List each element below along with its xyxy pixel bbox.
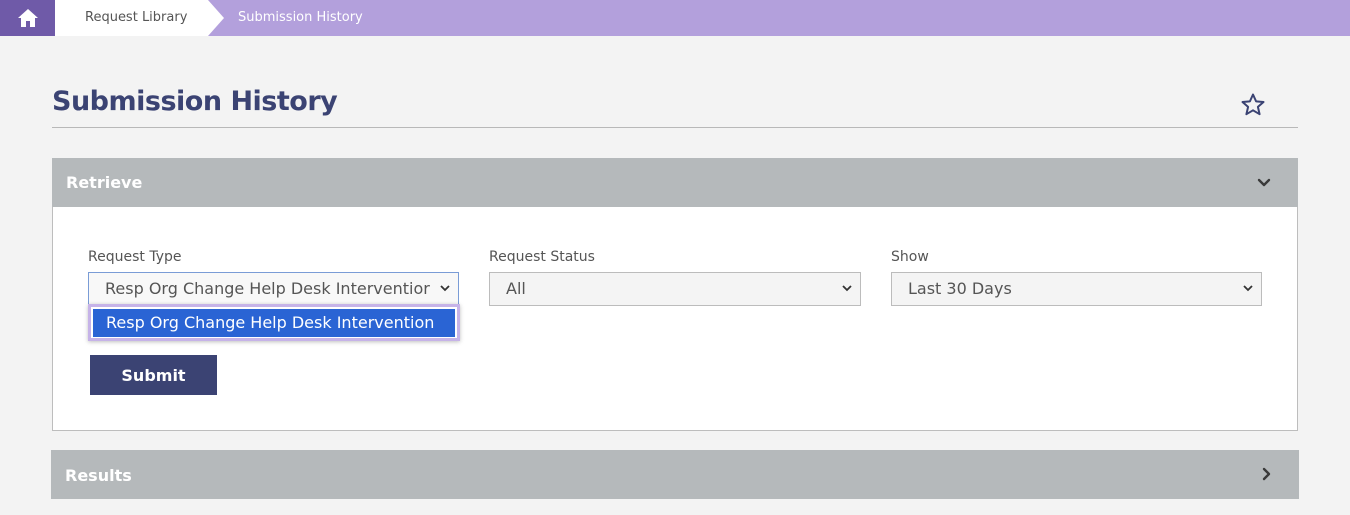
- request-status-select[interactable]: All: [489, 272, 861, 306]
- retrieve-panel-title: Retrieve: [66, 173, 143, 192]
- chevron-down-icon: [440, 285, 450, 292]
- request-type-dropdown: Resp Org Change Help Desk Intervention: [88, 304, 460, 341]
- breadcrumb: Request Library Submission History: [0, 0, 1350, 36]
- star-outline-icon[interactable]: [1240, 92, 1266, 118]
- results-panel-header[interactable]: Results: [51, 450, 1299, 499]
- request-status-value: All: [506, 279, 526, 298]
- chevron-right-icon[interactable]: [1259, 466, 1275, 482]
- chevron-down-icon: [842, 285, 852, 292]
- submit-button[interactable]: Submit: [90, 355, 217, 395]
- chevron-down-icon[interactable]: [1256, 175, 1272, 191]
- request-type-select[interactable]: Resp Org Change Help Desk Interventior: [88, 272, 459, 306]
- show-select[interactable]: Last 30 Days: [891, 272, 1262, 306]
- home-button[interactable]: [0, 0, 55, 36]
- request-status-label: Request Status: [489, 249, 595, 265]
- breadcrumb-separator: [208, 0, 224, 36]
- home-icon: [17, 9, 38, 27]
- request-type-label: Request Type: [88, 249, 182, 265]
- show-label: Show: [891, 249, 929, 265]
- retrieve-panel-header[interactable]: Retrieve: [52, 158, 1298, 207]
- request-type-value: Resp Org Change Help Desk Interventior: [105, 279, 430, 298]
- results-panel-title: Results: [65, 466, 132, 485]
- request-type-option[interactable]: Resp Org Change Help Desk Intervention: [93, 309, 455, 337]
- breadcrumb-submission-history: Submission History: [238, 10, 363, 25]
- chevron-down-icon: [1243, 285, 1253, 292]
- page-title: Submission History: [52, 86, 338, 117]
- show-value: Last 30 Days: [908, 279, 1012, 298]
- title-divider: [52, 127, 1298, 128]
- breadcrumb-request-library[interactable]: Request Library: [55, 0, 208, 36]
- breadcrumb-request-library-label: Request Library: [85, 10, 188, 25]
